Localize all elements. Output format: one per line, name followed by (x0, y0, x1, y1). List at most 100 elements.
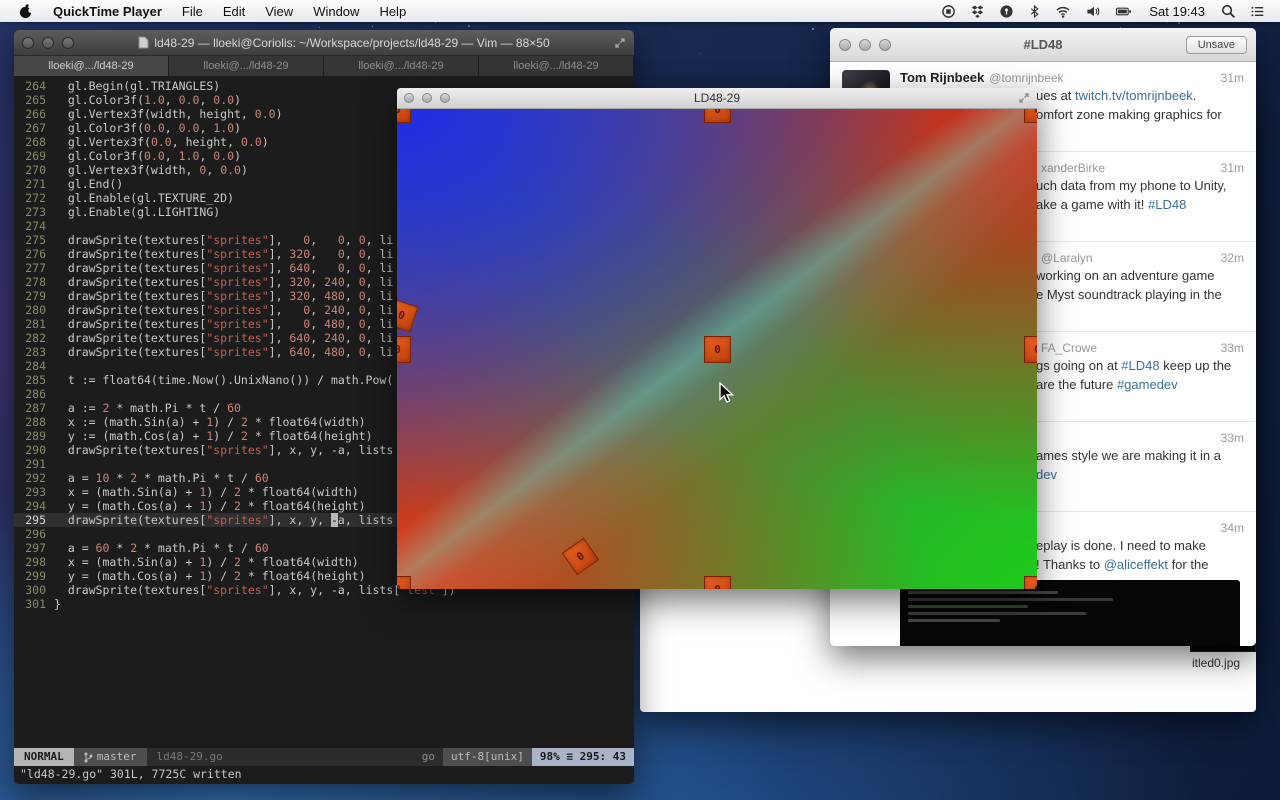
keyhole-icon[interactable] (992, 4, 1021, 19)
tweet-author-handle[interactable]: @tomrijnbeek (989, 70, 1063, 86)
fullscreen-icon[interactable] (1018, 92, 1030, 104)
menu-view[interactable]: View (255, 4, 303, 19)
line-number: 281 (14, 317, 54, 331)
line-number: 264 (14, 79, 54, 93)
battery-icon[interactable] (1108, 4, 1140, 19)
line-number: 274 (14, 219, 54, 233)
line-number: 267 (14, 121, 54, 135)
zoom-button[interactable] (62, 37, 74, 49)
code-text: a = 60 * 2 * math.Pi * t / 60 (54, 541, 269, 555)
close-button[interactable] (22, 37, 34, 49)
wifi-icon[interactable] (1048, 4, 1078, 19)
line-number: 287 (14, 401, 54, 415)
game-sprite: 0 (704, 336, 731, 363)
statusline-filetype: go (414, 748, 443, 766)
game-titlebar[interactable]: LD48-29 (397, 88, 1037, 109)
line-number: 266 (14, 107, 54, 121)
menu-edit[interactable]: Edit (213, 4, 255, 19)
vim-message: "ld48-29.go" 301L, 7725C written (14, 766, 634, 784)
code-text: gl.Vertex3f(0.0, height, 0.0) (54, 135, 269, 149)
terminal-tab-4[interactable]: lloeki@.../ld48-29 (479, 56, 634, 76)
menu-bar-clock[interactable]: Sat 19:43 (1140, 4, 1214, 19)
game-sprite: 0 (1024, 109, 1037, 123)
line-number: 299 (14, 569, 54, 583)
tweet-text: working on an adventure game (1036, 268, 1215, 283)
dropbox-icon[interactable] (963, 4, 992, 19)
tweet-text: . (1193, 88, 1197, 103)
minimize-button[interactable] (859, 39, 871, 51)
tweet-timestamp: 31m (1221, 70, 1244, 86)
tweet-link[interactable]: twitch.tv/tomrijnbeek (1075, 88, 1193, 103)
window-controls[interactable] (839, 39, 891, 51)
code-text: gl.End() (54, 177, 123, 191)
code-text: drawSprite(textures["sprites"], x, y, -a… (54, 513, 393, 527)
line-number: 291 (14, 457, 54, 471)
code-text: gl.Begin(gl.TRIANGLES) (54, 79, 220, 93)
tweet-link[interactable]: dev (1036, 467, 1057, 482)
tweet-text: are the future (1036, 377, 1117, 392)
tweet-author-name[interactable]: Tom Rijnbeek (900, 70, 984, 86)
close-button[interactable] (839, 39, 851, 51)
zoom-button[interactable] (879, 39, 891, 51)
tweet-text: gs going on at (1036, 358, 1121, 373)
twitter-titlebar[interactable]: #LD48 Unsave (830, 28, 1256, 62)
code-text: gl.Color3f(1.0, 0.0, 0.0) (54, 93, 241, 107)
line-number: 294 (14, 499, 54, 513)
volume-icon[interactable] (1078, 4, 1108, 19)
code-line: 301} (14, 597, 634, 611)
tweet-text: ake a game with it! (1036, 197, 1148, 212)
branch-icon (84, 752, 93, 763)
code-text: } (54, 597, 61, 611)
tweet-author-handle[interactable]: xanderBirke (1041, 160, 1105, 176)
apple-menu[interactable] (8, 3, 43, 20)
menu-file[interactable]: File (172, 4, 213, 19)
code-text: a := 2 * math.Pi * t / 60 (54, 401, 241, 415)
code-text: drawSprite(textures["sprites"], 640, 240… (54, 331, 393, 345)
game-sprite: 0 (397, 109, 411, 123)
active-app-name[interactable]: QuickTime Player (43, 4, 172, 19)
statusline-position: 98% ≡ 295: 43 (532, 748, 634, 766)
code-text: y = (math.Cos(a) + 1) / 2 * float64(heig… (54, 569, 366, 583)
tweet-link[interactable]: #LD48 (1148, 197, 1186, 212)
terminal-tab-1[interactable]: lloeki@.../ld48-29 (14, 56, 169, 76)
code-text: drawSprite(textures["sprites"], 0, 240, … (54, 303, 393, 317)
line-number: 278 (14, 275, 54, 289)
tweet-text: eplay is done. I need to make (1036, 538, 1206, 553)
tweet-media-image[interactable] (900, 580, 1240, 646)
window-controls[interactable] (22, 37, 74, 49)
tweet-link[interactable]: #gamedev (1117, 377, 1178, 392)
menu-window[interactable]: Window (303, 4, 369, 19)
spotlight-icon[interactable] (1214, 4, 1243, 19)
fullscreen-icon[interactable] (614, 37, 626, 49)
game-sprite: 0 (1024, 576, 1037, 589)
tweet-text: for the (1168, 557, 1208, 572)
game-sprite: 0 (704, 109, 731, 123)
record-icon[interactable] (934, 4, 963, 19)
line-number: 269 (14, 149, 54, 163)
notification-center-icon[interactable] (1243, 4, 1272, 19)
unsave-button[interactable]: Unsave (1186, 36, 1247, 54)
terminal-tabbar[interactable]: lloeki@.../ld48-29lloeki@.../ld48-29lloe… (14, 56, 634, 76)
bluetooth-icon[interactable] (1021, 4, 1048, 19)
vim-statusline: NORMAL master ld48-29.go go utf-8[unix] … (14, 748, 634, 766)
tweet-link[interactable]: @aliceffekt (1104, 557, 1168, 572)
tweet-author-handle[interactable]: @Laralyn (1041, 250, 1093, 266)
game-window[interactable]: LD48-29 00000000000 (397, 88, 1037, 589)
status-icons (934, 4, 1140, 19)
line-number: 286 (14, 387, 54, 401)
code-text: gl.Vertex3f(width, height, 0.0) (54, 107, 283, 121)
terminal-tab-2[interactable]: lloeki@.../ld48-29 (169, 56, 324, 76)
terminal-tab-3[interactable]: lloeki@.../ld48-29 (324, 56, 479, 76)
line-number: 290 (14, 443, 54, 457)
line-number: 282 (14, 331, 54, 345)
game-canvas[interactable]: 00000000000 (397, 109, 1037, 589)
code-text: y = (math.Cos(a) + 1) / 2 * float64(heig… (54, 499, 366, 513)
menu-help[interactable]: Help (369, 4, 416, 19)
line-number: 265 (14, 93, 54, 107)
tweet-author-handle[interactable]: FA_Crowe (1041, 340, 1097, 356)
minimize-button[interactable] (42, 37, 54, 49)
terminal-titlebar[interactable]: ld48-29 — lloeki@Coriolis: ~/Workspace/p… (14, 30, 634, 56)
tweet-link[interactable]: #LD48 (1121, 358, 1159, 373)
vim-cursor: - (331, 513, 338, 527)
vim-mode-indicator: NORMAL (14, 748, 74, 766)
